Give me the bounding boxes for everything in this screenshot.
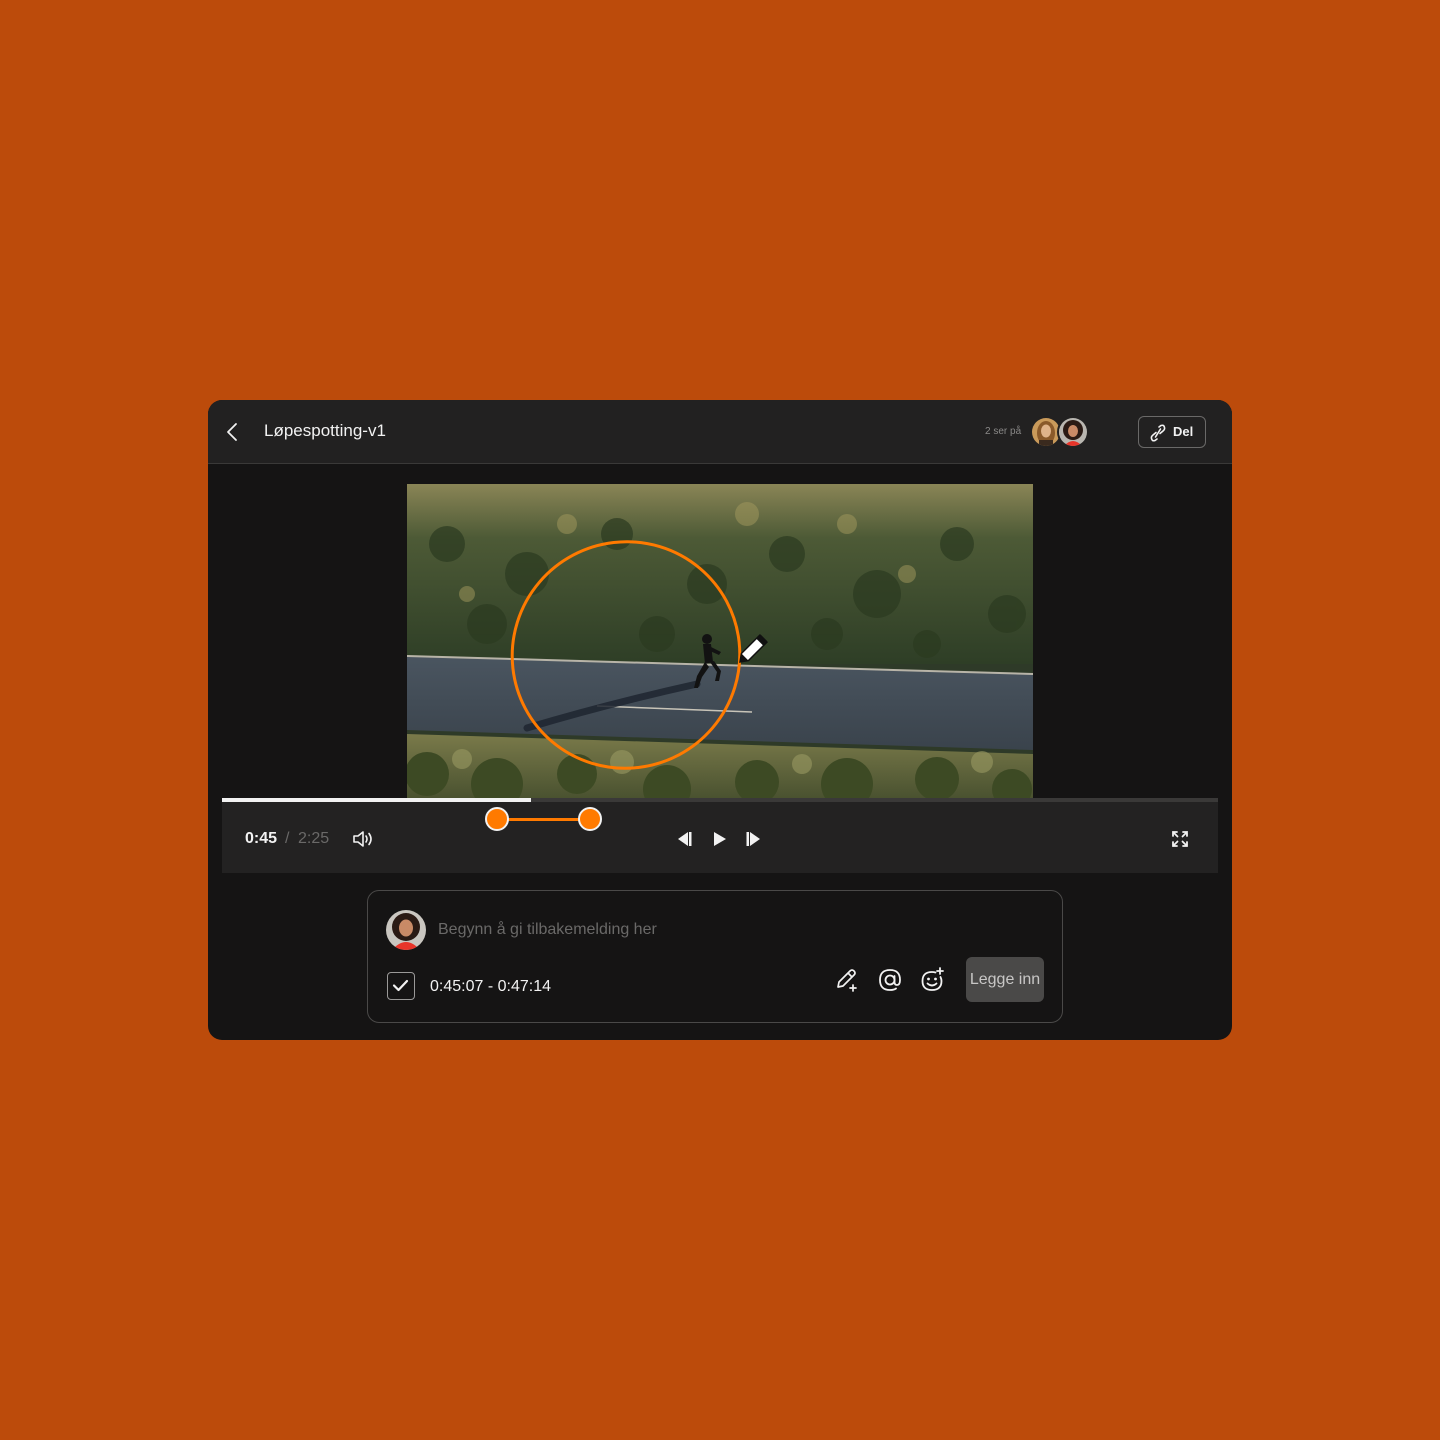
volume-icon[interactable]: [352, 829, 376, 849]
person-photo-icon: [386, 910, 426, 950]
play-icon[interactable]: [709, 829, 729, 849]
share-label: Del: [1173, 424, 1194, 439]
video-still-image: [407, 484, 1033, 798]
current-time: 0:45: [245, 830, 278, 847]
share-button[interactable]: Del: [1138, 416, 1206, 448]
viewers-count: 2 ser på: [985, 426, 1022, 437]
player-controls: 0:45 / 2:25: [222, 798, 1218, 873]
fullscreen-icon[interactable]: [1170, 829, 1190, 849]
total-time: 2:25: [298, 830, 330, 847]
add-emoji-icon[interactable]: [918, 966, 946, 994]
chevron-left-icon: [227, 423, 237, 441]
step-back-icon[interactable]: [674, 829, 694, 849]
comment-composer: 0:45:07 - 0:47:14 Legge inn: [367, 890, 1063, 1023]
top-bar: Løpespotting-v1 2 ser på Del: [208, 400, 1232, 464]
range-end-handle[interactable]: [578, 807, 602, 831]
person-photo-icon: [1059, 418, 1087, 446]
comment-range-line: [497, 818, 591, 821]
time-range-label: 0:45:07 - 0:47:14: [430, 978, 551, 995]
mention-icon[interactable]: [876, 966, 904, 994]
time-separator: /: [285, 830, 290, 847]
video-frame[interactable]: [407, 484, 1033, 798]
progress-fill: [222, 798, 531, 802]
range-start-handle[interactable]: [485, 807, 509, 831]
draw-annotation-icon[interactable]: [833, 966, 861, 994]
feedback-input[interactable]: [438, 917, 858, 943]
submit-comment-button[interactable]: Legge inn: [966, 957, 1044, 1002]
person-photo-icon: [1032, 418, 1060, 446]
user-avatar: [386, 910, 426, 950]
back-button[interactable]: [222, 420, 244, 444]
page-title: Løpespotting-v1: [264, 421, 386, 440]
link-icon: [1150, 424, 1166, 442]
step-forward-icon[interactable]: [744, 829, 764, 849]
video-review-window: Løpespotting-v1 2 ser på Del 0:45 / 2:25…: [208, 400, 1232, 1040]
checkmark-icon: [392, 979, 409, 992]
viewer-avatar[interactable]: [1057, 416, 1089, 448]
time-range-checkbox[interactable]: [387, 972, 415, 1000]
progress-track[interactable]: [222, 798, 1218, 802]
